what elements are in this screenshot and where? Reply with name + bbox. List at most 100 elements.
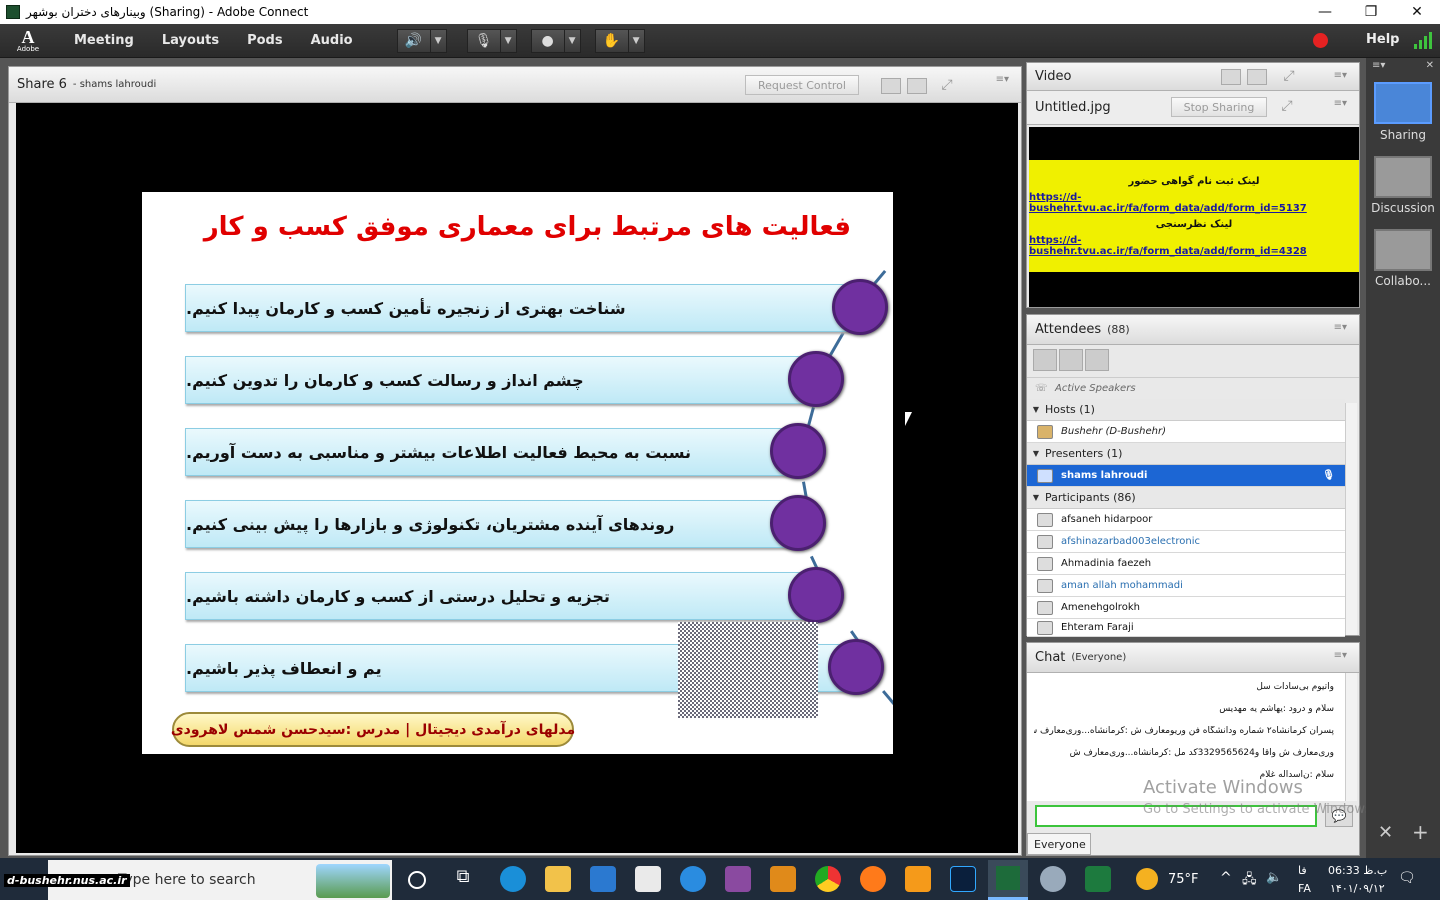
close-icon[interactable]: ✕: [1426, 60, 1434, 71]
fullscreen-icon[interactable]: ⤢: [1277, 99, 1297, 115]
layout-thumb-collaboration[interactable]: [1374, 229, 1432, 271]
attendee-row[interactable]: Bushehr (D-Bushehr): [1027, 421, 1345, 443]
attendees-scrollbar[interactable]: [1345, 403, 1357, 635]
mail-icon[interactable]: [635, 866, 661, 892]
task-view-icon[interactable]: ⧉: [450, 866, 476, 892]
chat-scrollbar[interactable]: [1345, 673, 1357, 801]
attendee-row[interactable]: Ahmadinia faezeh: [1027, 553, 1345, 575]
stop-sharing-button[interactable]: Stop Sharing: [1171, 97, 1267, 117]
webcam-button[interactable]: ● ▼: [530, 28, 581, 53]
close-button[interactable]: ✕: [1394, 0, 1440, 24]
pod-options-menu-icon[interactable]: ≡▾: [1334, 322, 1347, 333]
attendee-row-selected[interactable]: shams lahroudi 🎙: [1027, 465, 1345, 487]
recording-indicator-icon[interactable]: [1313, 33, 1328, 48]
volume-icon[interactable]: 🔈: [1266, 870, 1282, 885]
chevron-down-icon[interactable]: ▼: [627, 29, 644, 52]
clock-time[interactable]: 06:33 ب.ظ: [1328, 864, 1387, 877]
edge-icon[interactable]: [500, 866, 526, 892]
participants-group[interactable]: ▼ Participants (86): [1027, 487, 1345, 509]
menu-meeting[interactable]: Meeting: [60, 33, 148, 48]
firefox-icon[interactable]: [860, 866, 886, 892]
excel-icon[interactable]: [1085, 866, 1111, 892]
pod-options-menu-icon[interactable]: ≡▾: [1334, 650, 1347, 661]
input-language-fa[interactable]: فا: [1298, 864, 1307, 877]
connector-line: [882, 690, 893, 708]
hosts-group[interactable]: ▼ Hosts (1): [1027, 399, 1345, 421]
menu-pods[interactable]: Pods: [233, 33, 297, 48]
chevron-down-icon[interactable]: ▼: [1027, 449, 1045, 458]
tasks-icon[interactable]: [770, 866, 796, 892]
raise-hand-button[interactable]: ✋ ▼: [594, 28, 645, 53]
fullscreen-icon[interactable]: ⤢: [937, 78, 957, 94]
attendees-count: (88): [1107, 323, 1130, 336]
layout-thumb-sharing[interactable]: [1374, 82, 1432, 124]
fit-page-icon[interactable]: [907, 78, 927, 94]
menu-help[interactable]: Help: [1366, 32, 1399, 47]
fit-width-icon[interactable]: [881, 78, 901, 94]
speaker-button[interactable]: 🔊 ▼: [396, 28, 447, 53]
minimize-button[interactable]: —: [1302, 0, 1348, 24]
layout-label-collaboration[interactable]: Collabo...: [1366, 274, 1440, 288]
fullscreen-icon[interactable]: ⤢: [1279, 69, 1299, 85]
image-placeholder-pattern: [678, 622, 818, 718]
survey-link[interactable]: https://d-bushehr.tvu.ac.ir/fa/form_data…: [1029, 235, 1359, 257]
pod-options-menu-icon[interactable]: ≡▾: [996, 74, 1009, 85]
weather-temp[interactable]: 75°F: [1168, 872, 1199, 887]
share-pod-title: Share 6: [17, 77, 67, 92]
participants-label: Participants (86): [1045, 491, 1136, 504]
chevron-down-icon[interactable]: ▼: [499, 29, 516, 52]
adobe-connect-taskbar-item[interactable]: [988, 860, 1028, 900]
status-view-icon[interactable]: [1085, 349, 1109, 371]
video-share-header: Untitled.jpg Stop Sharing ⤢ ≡▾: [1027, 91, 1359, 125]
participant-icon: [1037, 600, 1053, 615]
tray-expand-icon[interactable]: ^: [1220, 870, 1232, 886]
app-icon[interactable]: [1040, 866, 1066, 892]
chevron-down-icon[interactable]: ▼: [563, 29, 580, 52]
layout-thumb-discussion[interactable]: [1374, 156, 1432, 198]
chevron-down-icon[interactable]: ▼: [1027, 405, 1045, 414]
internet-explorer-icon[interactable]: [680, 866, 706, 892]
slide-bullet-6: [828, 639, 884, 695]
input-language[interactable]: FA: [1298, 882, 1311, 895]
clock-date[interactable]: ۱۴۰۱/۰۹/۱۲: [1330, 882, 1385, 895]
attendee-row[interactable]: afshinazarbad003electronic: [1027, 531, 1345, 553]
breakout-view-icon[interactable]: [1059, 349, 1083, 371]
request-control-button[interactable]: Request Control: [745, 75, 859, 95]
add-layout-icon[interactable]: +: [1412, 820, 1429, 844]
presenters-group[interactable]: ▼ Presenters (1): [1027, 443, 1345, 465]
winrar-icon[interactable]: [725, 866, 751, 892]
attendee-row[interactable]: Ehteram Faraji: [1027, 619, 1345, 637]
menu-audio[interactable]: Audio: [297, 33, 367, 48]
speaker-icon: ☏: [1035, 383, 1048, 394]
photoshop-icon[interactable]: [950, 866, 976, 892]
maximize-button[interactable]: ❐: [1348, 0, 1394, 24]
slide-item-4: روندهای آینده مشتریان، تکنولوژی و بازاره…: [185, 500, 797, 548]
layout-label-discussion[interactable]: Discussion: [1366, 201, 1440, 215]
chat-recipient-tab[interactable]: Everyone: [1027, 833, 1091, 855]
attendee-row[interactable]: Amenehgolrokh: [1027, 597, 1345, 619]
video-pod-title: Video: [1035, 69, 1072, 84]
attendee-row[interactable]: aman allah mohammadi: [1027, 575, 1345, 597]
notifications-icon[interactable]: 🗨: [1398, 870, 1416, 886]
host-icon: [1037, 424, 1053, 439]
pod-options-menu-icon[interactable]: ≡▾: [1334, 98, 1347, 109]
list-view-icon[interactable]: [1033, 349, 1057, 371]
store-icon[interactable]: [590, 866, 616, 892]
layout-label-sharing[interactable]: Sharing: [1366, 128, 1440, 142]
chevron-down-icon[interactable]: ▼: [1027, 493, 1045, 502]
chrome-icon[interactable]: [815, 866, 841, 892]
cortana-icon[interactable]: [408, 871, 426, 889]
file-explorer-icon[interactable]: [545, 866, 571, 892]
pod-options-menu-icon[interactable]: ≡▾: [1334, 70, 1347, 81]
menu-layouts[interactable]: Layouts: [148, 33, 233, 48]
single-view-icon[interactable]: [1247, 69, 1267, 85]
registration-link[interactable]: https://d-bushehr.tvu.ac.ir/fa/form_data…: [1029, 192, 1359, 214]
presentation-app-icon[interactable]: [905, 866, 931, 892]
chevron-down-icon[interactable]: ▼: [429, 29, 446, 52]
network-icon[interactable]: 🖧: [1242, 870, 1257, 892]
attendee-row[interactable]: afsaneh hidarpoor: [1027, 509, 1345, 531]
remove-layout-icon[interactable]: ✕: [1378, 822, 1393, 843]
microphone-button[interactable]: 🎙 ▼: [466, 28, 517, 53]
sidebar-menu-icon[interactable]: ≡▾: [1372, 60, 1385, 71]
grid-view-icon[interactable]: [1221, 69, 1241, 85]
